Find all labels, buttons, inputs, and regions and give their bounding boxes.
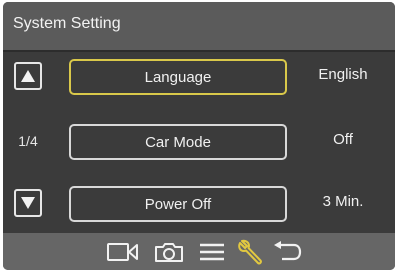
option-label: Language (144, 68, 212, 86)
language-value: English (318, 66, 368, 83)
scroll-up-button[interactable] (14, 62, 42, 90)
menu-row-power-off: Power Off 3 Min. (3, 184, 395, 228)
page-indicator: 1/4 (18, 133, 38, 149)
option-label: Car Mode (145, 133, 211, 151)
option-label: Power Off (144, 195, 212, 213)
power-off-option[interactable]: Power Off (69, 186, 287, 222)
menu-row-car-mode: 1/4 Car Mode Off (3, 122, 395, 166)
title-bar: System Setting (3, 2, 395, 52)
car-mode-value: Off (333, 131, 353, 148)
back-icon[interactable] (271, 239, 305, 265)
arrow-down-icon (21, 197, 35, 209)
arrow-up-icon (21, 70, 35, 82)
photo-camera-icon[interactable] (152, 239, 186, 265)
power-off-value: 3 Min. (322, 193, 364, 210)
car-mode-option[interactable]: Car Mode (69, 124, 287, 160)
video-camera-icon[interactable] (106, 239, 140, 265)
wrench-icon[interactable] (234, 239, 268, 265)
scroll-down-button[interactable] (14, 189, 42, 217)
menu-row-language: Language English (3, 57, 395, 101)
bottom-nav-bar (3, 233, 395, 270)
menu-icon[interactable] (197, 239, 227, 265)
screen-title: System Setting (13, 15, 121, 32)
settings-screen: System Setting Language English 1/4 Car … (3, 2, 395, 270)
language-option[interactable]: Language (69, 59, 287, 95)
